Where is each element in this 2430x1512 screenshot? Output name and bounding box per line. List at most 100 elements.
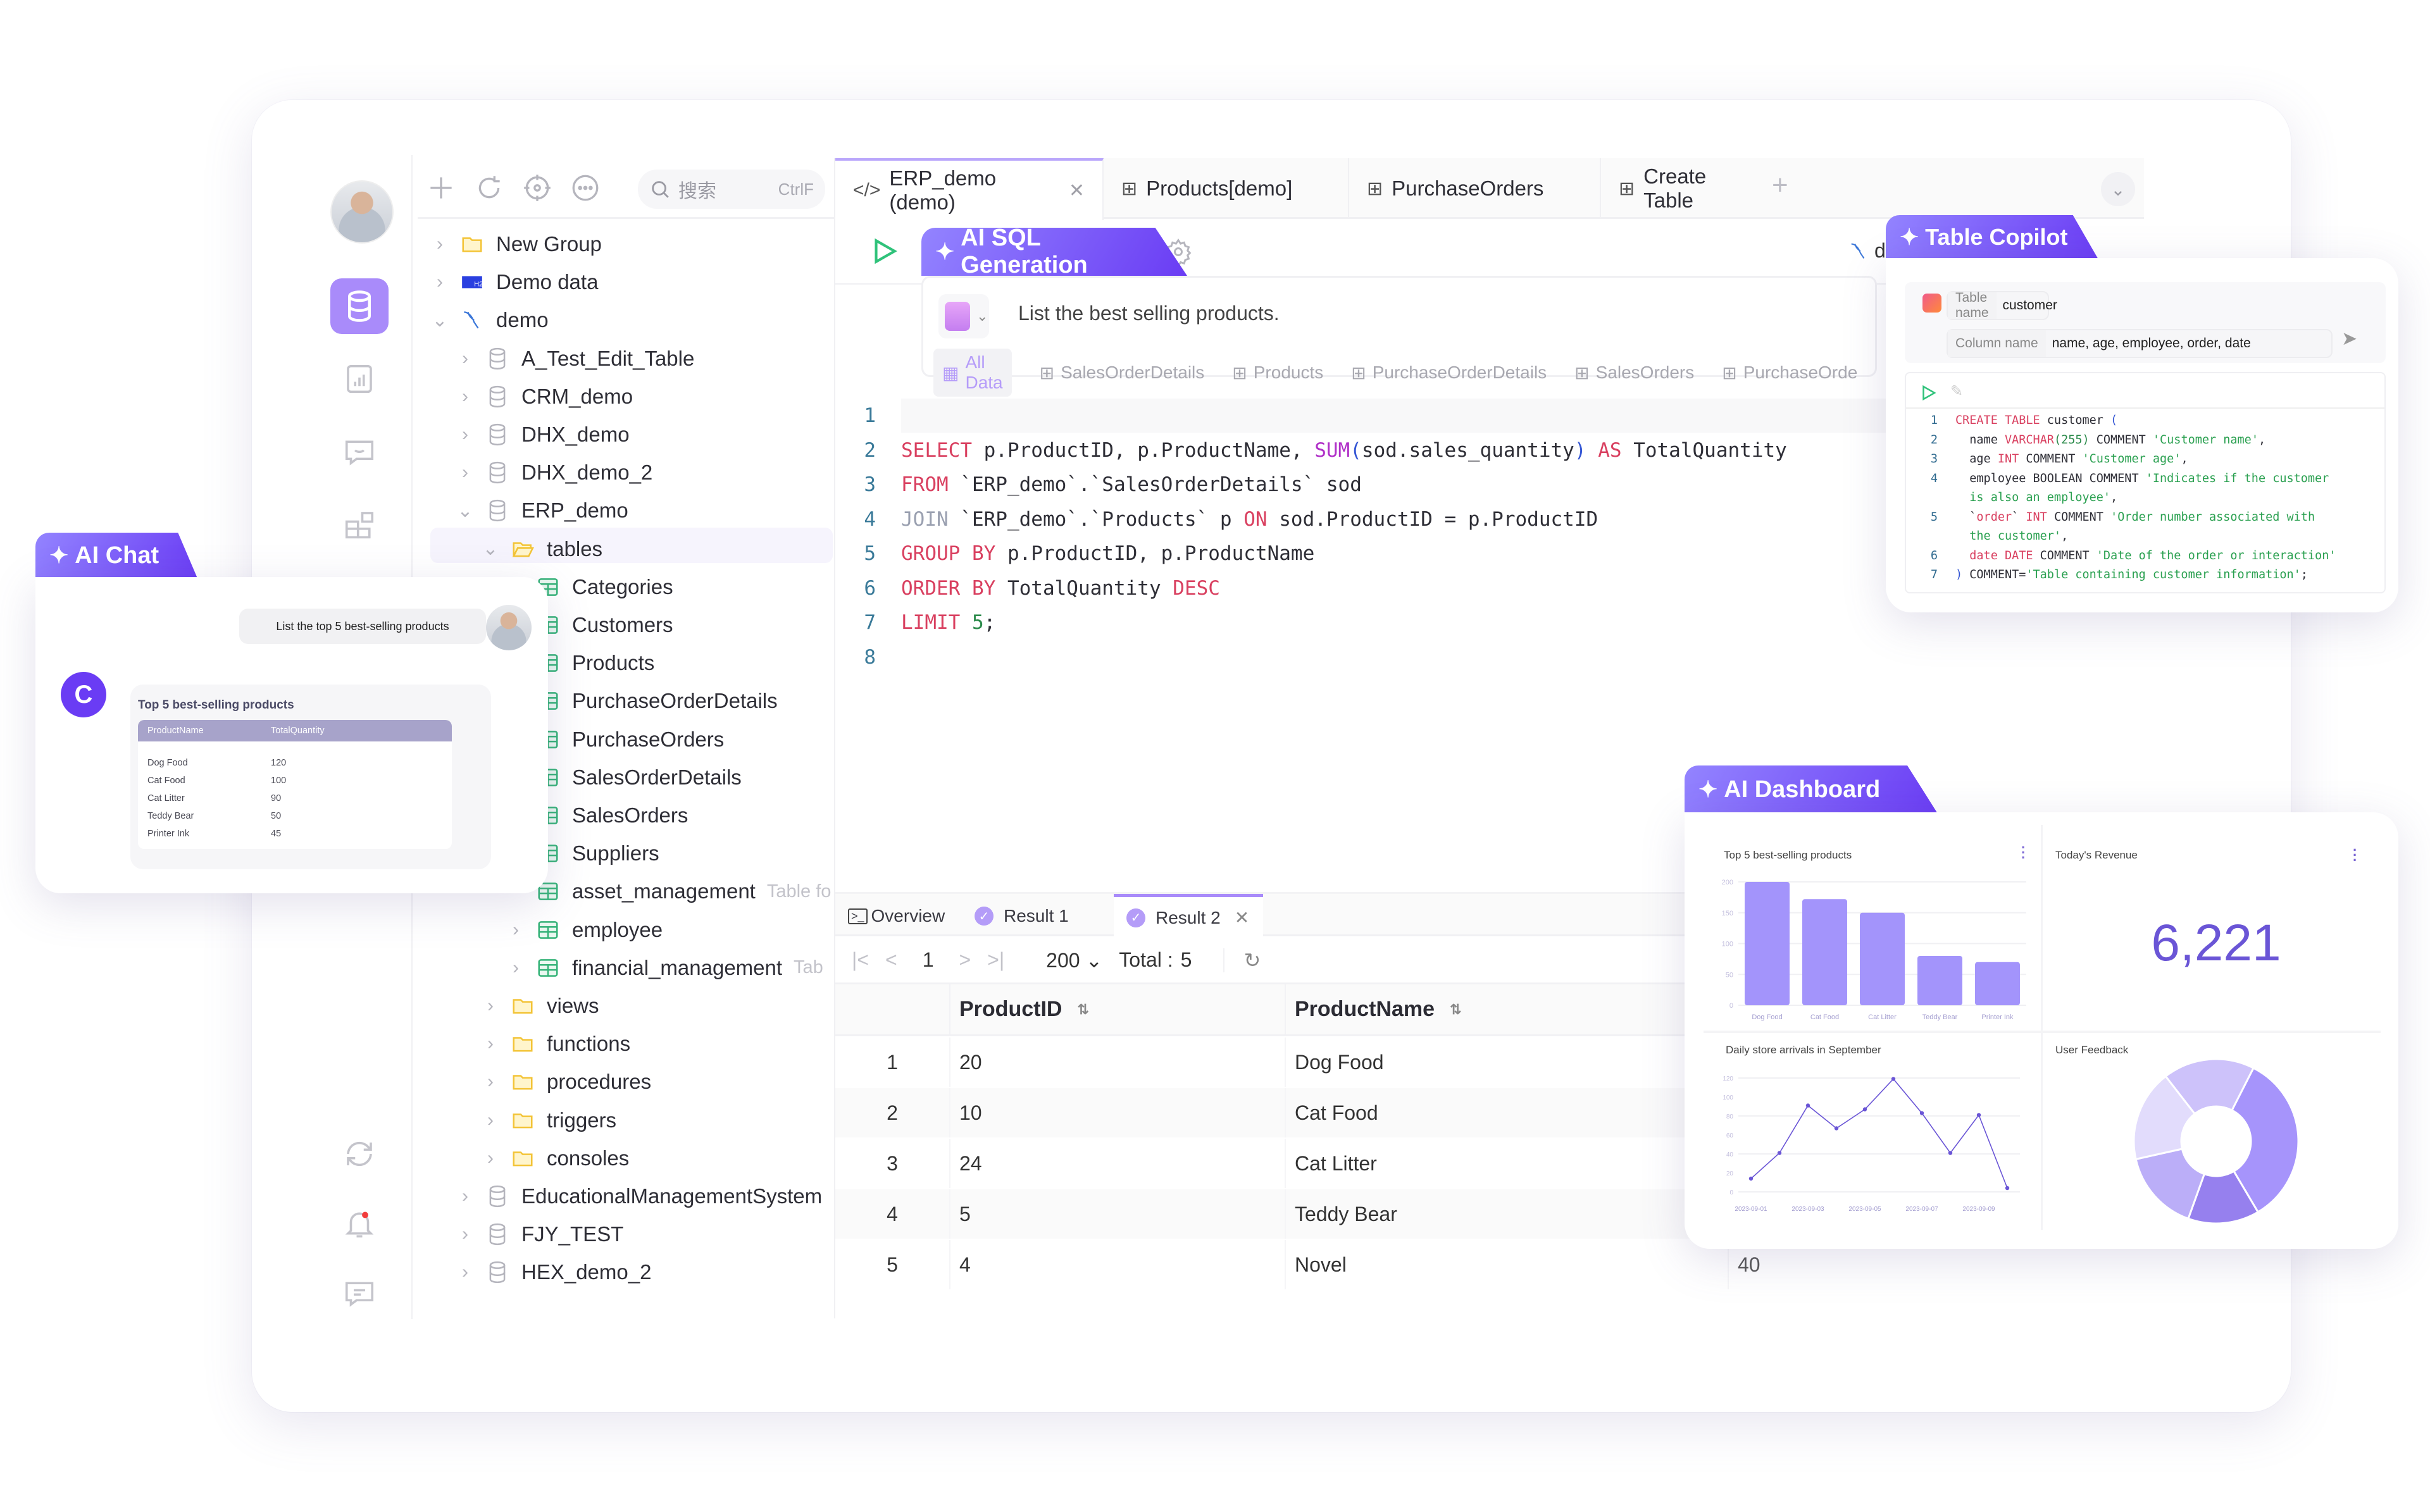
run-icon[interactable]	[868, 235, 900, 267]
chevron-right-icon[interactable]: ›	[430, 271, 449, 292]
tab-create-table[interactable]: ⊞ Create Table	[1601, 158, 1778, 219]
tree-item[interactable]: ⌄ ERP_demo	[456, 493, 628, 528]
tree-item[interactable]: › New Group	[430, 226, 602, 262]
cell-productname[interactable]: Cat Food	[1285, 1088, 1728, 1137]
data-point[interactable]	[1919, 1111, 1924, 1115]
refresh-results-icon[interactable]: ↻	[1223, 948, 1261, 972]
rail-database-button[interactable]	[330, 278, 389, 334]
chip-table[interactable]: ⊞ SalesOrderDetails	[1040, 363, 1205, 383]
tree-item[interactable]: › functions	[481, 1026, 630, 1062]
tree-item[interactable]: › views	[481, 988, 599, 1024]
chip-table[interactable]: ⊞ SalesOrders	[1574, 363, 1694, 383]
chevron-right-icon[interactable]: ›	[430, 233, 449, 254]
data-point[interactable]	[1862, 1107, 1867, 1112]
locate-icon[interactable]	[521, 172, 553, 204]
refresh-icon[interactable]	[473, 172, 505, 204]
tab-products[interactable]: ⊞ Products[demo]	[1104, 158, 1349, 219]
tree-item[interactable]: ⌄ demo	[430, 302, 548, 338]
cell-productid[interactable]: 5	[949, 1189, 1285, 1239]
tree-item[interactable]: › DHX_demo	[456, 417, 630, 452]
tab-overflow-button[interactable]: ⌄	[2101, 172, 2135, 206]
row-index[interactable]: 1	[835, 1038, 949, 1087]
row-index[interactable]: 2	[835, 1088, 949, 1137]
chip-all-data[interactable]: ▦ All Data	[933, 349, 1012, 397]
row-index[interactable]: 5	[835, 1240, 949, 1289]
data-point[interactable]	[1948, 1151, 1953, 1155]
tree-item[interactable]: › EducationalManagementSystem	[456, 1179, 822, 1214]
tree-item[interactable]: › consoles	[481, 1141, 629, 1176]
data-point[interactable]	[1805, 1103, 1810, 1108]
chevron-right-icon[interactable]: ›	[481, 1033, 500, 1054]
rail-feedback-button[interactable]	[330, 1265, 389, 1321]
revenue-menu-icon[interactable]: · · ·	[2353, 843, 2357, 867]
chevron-right-icon[interactable]: ›	[506, 957, 525, 978]
tab-purchase-orders[interactable]: ⊞ PurchaseOrders	[1349, 158, 1601, 219]
cell-productname[interactable]: Dog Food	[1285, 1038, 1728, 1087]
chevron-right-icon[interactable]: ›	[456, 1261, 475, 1282]
tree-item[interactable]: › triggers	[481, 1103, 616, 1138]
rail-notifications-button[interactable]	[330, 1196, 389, 1251]
row-index[interactable]: 4	[835, 1189, 949, 1239]
column-header-productid[interactable]: ProductID ⇅	[949, 984, 1285, 1034]
data-point[interactable]	[1748, 1176, 1754, 1181]
first-page-icon[interactable]: |<	[852, 948, 869, 972]
ai-mode-selector[interactable]: ⌄	[938, 294, 989, 338]
cell-productname[interactable]: Cat Litter	[1285, 1139, 1728, 1188]
rail-dashboard-button[interactable]	[330, 351, 389, 407]
chevron-down-icon[interactable]: ⌄	[456, 500, 475, 521]
chevron-down-icon[interactable]: ⌄	[481, 538, 500, 559]
column-header-productname[interactable]: ProductName ⇅	[1285, 984, 1728, 1034]
tree-item[interactable]: › A_Test_Edit_Table	[456, 341, 694, 376]
chevron-right-icon[interactable]: ›	[506, 919, 525, 940]
magic-edit-icon[interactable]: ✎	[1950, 382, 1963, 400]
prev-page-icon[interactable]: <	[885, 948, 897, 972]
chevron-right-icon[interactable]: ›	[481, 1148, 500, 1168]
more-options-icon[interactable]	[570, 172, 601, 204]
chevron-right-icon[interactable]: ›	[456, 348, 475, 369]
cell-productid[interactable]: 24	[949, 1139, 1285, 1188]
tree-item[interactable]: › FJY_TEST	[456, 1217, 623, 1252]
database-selector[interactable]: d	[1848, 239, 1886, 263]
run-icon[interactable]	[1919, 383, 1938, 402]
tree-item[interactable]: › CRM_demo	[456, 379, 633, 414]
tree-item[interactable]: › H2 Demo data	[430, 264, 598, 300]
data-point[interactable]	[1834, 1126, 1839, 1131]
ai-prompt-input[interactable]: List the best selling products.	[1018, 302, 1280, 325]
tab-erp-demo[interactable]: </> ERP_demo (demo) ✕	[835, 158, 1104, 220]
data-point[interactable]	[1891, 1077, 1896, 1081]
add-connection-icon[interactable]	[425, 172, 457, 204]
chevron-right-icon[interactable]: ›	[481, 1110, 500, 1131]
tab-result-2[interactable]: ✓ Result 2 ✕	[1114, 894, 1263, 938]
bar[interactable]	[1917, 956, 1962, 1005]
row-index[interactable]: 3	[835, 1139, 949, 1188]
tree-item[interactable]: › procedures	[481, 1064, 651, 1100]
tree-search-input[interactable]: 搜索 CtrlF	[638, 170, 825, 209]
current-page[interactable]: 1	[923, 948, 934, 972]
tree-item[interactable]: asset_management Table fo	[506, 874, 831, 909]
table-name-field[interactable]: Table name customer	[1947, 290, 2057, 320]
chip-table[interactable]: ⊞ PurchaseOrde	[1722, 363, 1857, 383]
last-page-icon[interactable]: >|	[987, 948, 1004, 972]
tree-item[interactable]: › DHX_demo_2	[456, 455, 652, 490]
chevron-right-icon[interactable]: ›	[456, 386, 475, 407]
page-size-select[interactable]: 200 ⌄	[1030, 948, 1102, 972]
cell-productid[interactable]: 20	[949, 1038, 1285, 1087]
cell-productid[interactable]: 4	[949, 1240, 1285, 1289]
rail-chat-button[interactable]	[330, 424, 389, 480]
chevron-right-icon[interactable]: ›	[481, 1071, 500, 1092]
chevron-right-icon[interactable]: ›	[456, 1224, 475, 1244]
close-tab-icon[interactable]: ✕	[1069, 180, 1085, 202]
data-point[interactable]	[2005, 1186, 2010, 1191]
chevron-right-icon[interactable]: ›	[456, 1186, 475, 1206]
chevron-right-icon[interactable]: ›	[456, 424, 475, 445]
cell-productname[interactable]: Novel	[1285, 1240, 1728, 1289]
bar[interactable]	[1745, 882, 1790, 1005]
column-name-field[interactable]: Column name name, age, employee, order, d…	[1947, 329, 2333, 358]
bar[interactable]	[1975, 962, 2020, 1005]
chevron-down-icon[interactable]: ⌄	[430, 310, 449, 331]
rail-apps-button[interactable]	[330, 497, 389, 552]
chip-table[interactable]: ⊞ Products	[1232, 363, 1323, 383]
chip-table[interactable]: ⊞ PurchaseOrderDetails	[1351, 363, 1547, 383]
next-page-icon[interactable]: >	[959, 948, 971, 972]
tab-overview[interactable]: >_ Overview	[835, 894, 957, 938]
